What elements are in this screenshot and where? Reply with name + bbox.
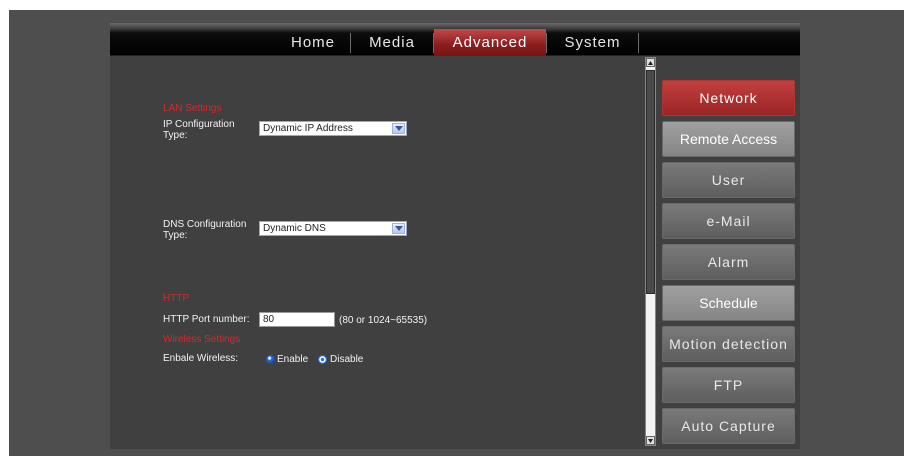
scroll-thumb[interactable] [646,70,655,294]
dns-config-label-line1: DNS Configuration [163,219,247,230]
tab-home[interactable]: Home [276,29,350,56]
wireless-label: Enbale Wireless: [163,353,239,364]
section-title-wireless: Wireless Settings [163,334,241,345]
chevron-down-icon[interactable] [392,223,405,234]
tab-media[interactable]: Media [351,29,433,56]
settings-panel: LAN Settings IP Configuration Type: Dyna… [110,57,645,449]
vertical-scrollbar[interactable] [645,57,656,446]
sidebar-item-user[interactable]: User [662,162,795,198]
ip-config-select[interactable]: Dynamic IP Address [259,121,407,136]
main-frame: Home Media Advanced System LAN Settings … [110,23,800,449]
enable-radio[interactable] [266,355,275,364]
sidebar-item-alarm[interactable]: Alarm [662,244,795,280]
top-navigation-bar: Home Media Advanced System [110,23,800,56]
sidebar-item-network[interactable]: Network [662,80,795,116]
enable-radio-label[interactable]: Enable [277,354,308,365]
tab-advanced[interactable]: Advanced [434,29,546,56]
sidebar-item-auto-capture[interactable]: Auto Capture [662,408,795,444]
chevron-down-icon[interactable] [392,123,405,134]
scroll-down-icon[interactable] [646,436,655,445]
ip-config-label-line1: IP Configuration [163,119,235,130]
http-port-input[interactable]: 80 [259,312,335,327]
http-port-label: HTTP Port number: [163,314,250,325]
tab-system[interactable]: System [547,29,638,56]
section-title-http: HTTP [163,293,190,304]
disable-radio[interactable] [318,355,327,364]
dns-config-select[interactable]: Dynamic DNS [259,221,407,236]
disable-radio-label[interactable]: Disable [330,354,363,365]
dns-config-select-value: Dynamic DNS [263,223,326,234]
sidebar-item-motion-detection[interactable]: Motion detection [662,326,795,362]
dns-config-label-line2: Type: [163,230,188,241]
ip-config-select-value: Dynamic IP Address [263,123,353,134]
ip-config-label-line2: Type: [163,130,188,141]
http-port-hint: (80 or 1024~65535) [339,315,428,326]
sidebar-item-remote-access[interactable]: Remote Access [662,121,795,157]
sidebar-item-schedule[interactable]: Schedule [662,285,795,321]
sidebar-item-ftp[interactable]: FTP [662,367,795,403]
scroll-up-icon[interactable] [646,58,655,67]
section-title-lan: LAN Settings [163,103,222,114]
sidebar-item-email[interactable]: e-Mail [662,203,795,239]
nav-divider [638,33,639,53]
